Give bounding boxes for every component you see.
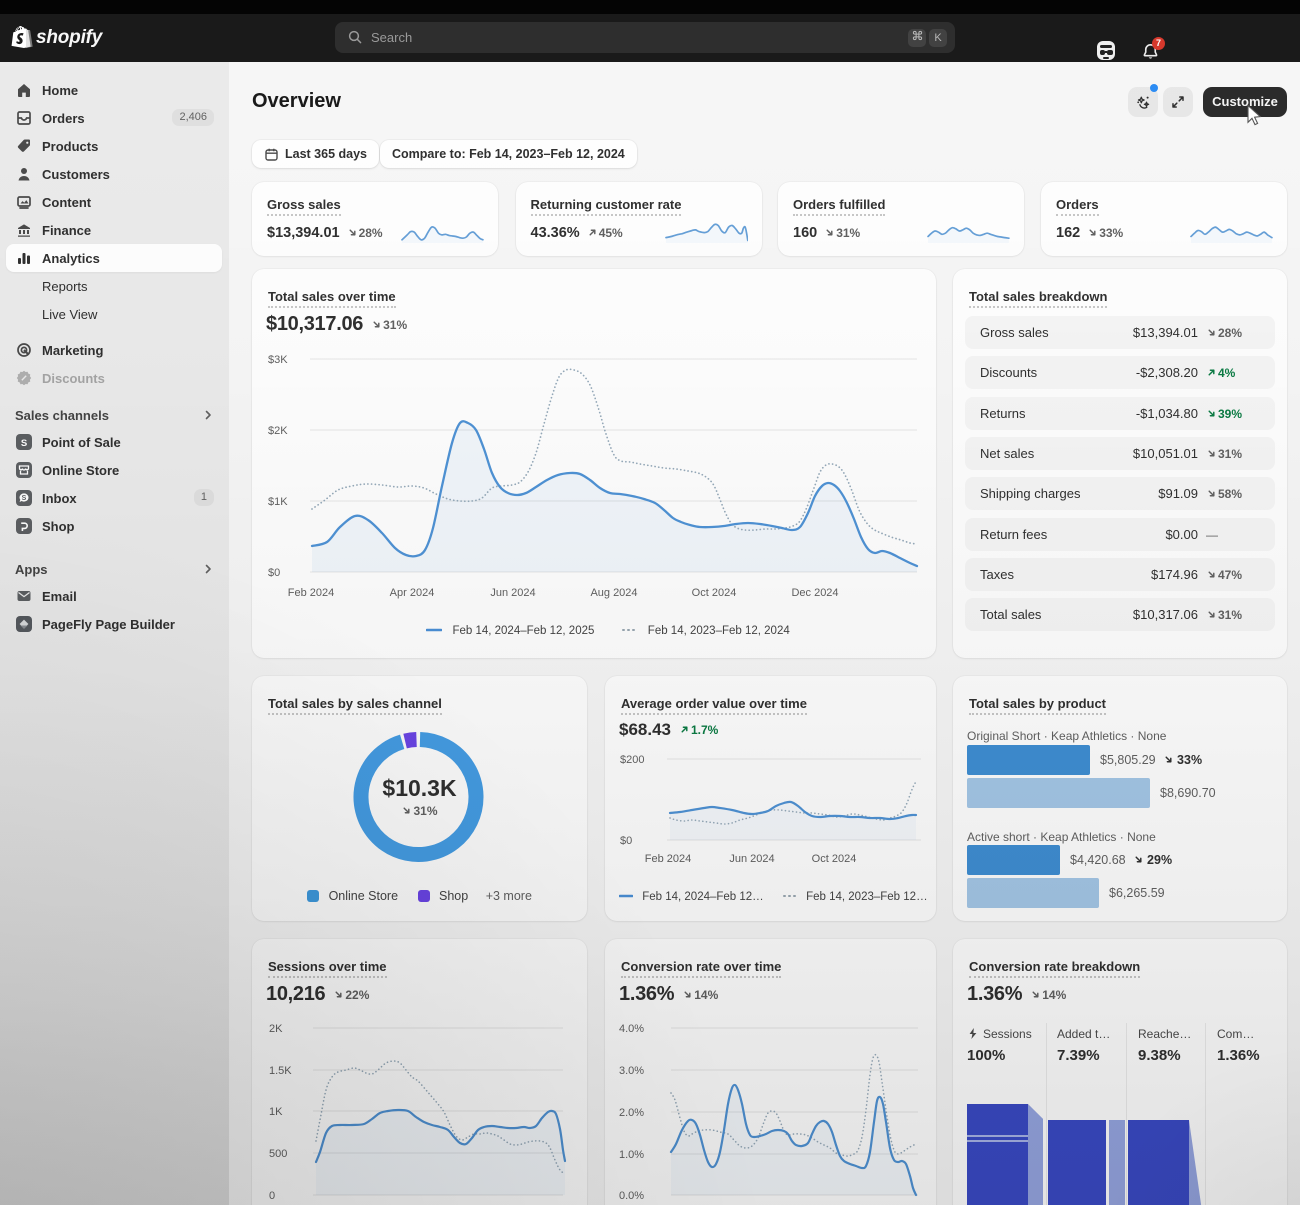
svg-text:$3K: $3K (268, 354, 288, 366)
svg-text:$2K: $2K (268, 425, 288, 437)
svg-text:1.0%: 1.0% (619, 1149, 644, 1161)
svg-text:2K: 2K (269, 1023, 283, 1035)
svg-text:Oct 2024: Oct 2024 (812, 853, 857, 865)
svg-text:500: 500 (269, 1148, 287, 1160)
svg-text:Jun 2024: Jun 2024 (490, 587, 535, 599)
svg-text:1K: 1K (269, 1106, 283, 1118)
svg-text:2.0%: 2.0% (619, 1107, 644, 1119)
svg-text:Feb 2024: Feb 2024 (288, 587, 334, 599)
svg-text:Jun 2024: Jun 2024 (729, 853, 774, 865)
svg-text:4.0%: 4.0% (619, 1023, 644, 1035)
svg-text:Feb 2024: Feb 2024 (645, 853, 691, 865)
svg-text:1.5K: 1.5K (269, 1065, 292, 1077)
svg-text:0: 0 (269, 1190, 275, 1202)
svg-text:$200: $200 (620, 754, 644, 766)
svg-text:Oct 2024: Oct 2024 (692, 587, 737, 599)
svg-text:0.0%: 0.0% (619, 1190, 644, 1202)
svg-text:$1K: $1K (268, 496, 288, 508)
svg-text:3.0%: 3.0% (619, 1065, 644, 1077)
svg-text:S: S (21, 438, 27, 449)
svg-text:Aug 2024: Aug 2024 (590, 587, 637, 599)
svg-text:$0: $0 (268, 567, 280, 579)
svg-text:$0: $0 (620, 835, 632, 847)
svg-text:Dec 2024: Dec 2024 (791, 587, 838, 599)
svg-text:Apr 2024: Apr 2024 (390, 587, 435, 599)
svg-text:S: S (22, 495, 27, 502)
